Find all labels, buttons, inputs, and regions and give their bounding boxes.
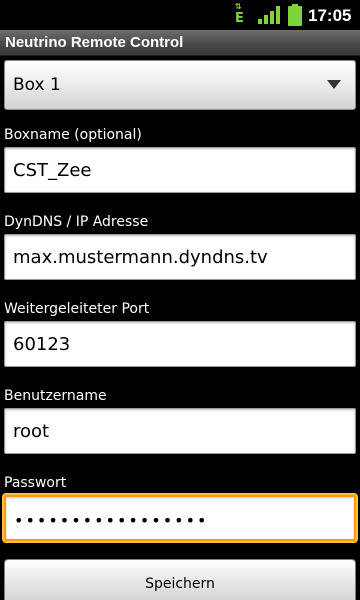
network-type-label: E [235,11,244,26]
password-field[interactable]: ••••••••••••••••• [4,495,356,541]
box-selector-value: Box 1 [13,75,61,95]
port-label: Weitergeleiteter Port [4,301,150,317]
network-activity-arrows: ⇅ [235,2,242,11]
boxname-label: Boxname (optional) [4,127,142,143]
host-label: DynDNS / IP Adresse [4,214,149,230]
save-button[interactable]: Speichern [4,559,356,600]
username-label: Benutzername [4,388,107,404]
port-value: 60123 [13,334,71,355]
port-field[interactable]: 60123 [4,321,356,367]
signal-icon [258,6,280,24]
box-selector-spinner[interactable]: Box 1 [4,60,356,110]
host-value: max.mustermann.dyndns.tv [13,247,268,268]
chevron-down-icon [327,80,341,89]
status-clock: 17:05 [308,6,352,25]
save-button-label: Speichern [145,576,215,592]
username-value: root [13,421,50,442]
battery-icon [288,4,302,26]
boxname-field[interactable]: CST_Zee [4,147,356,193]
password-label: Passwort [4,475,67,491]
username-field[interactable]: root [4,408,356,454]
status-bar: ⇅ E 17:05 [0,0,360,30]
app-title-bar: Neutrino Remote Control [0,30,360,56]
password-masked-value: ••••••••••••••••• [14,511,209,530]
app-screen: ⇅ E 17:05 Neutrino Remote Control Box 1 … [0,0,360,600]
app-title: Neutrino Remote Control [5,34,184,51]
boxname-value: CST_Zee [13,160,92,181]
host-field[interactable]: max.mustermann.dyndns.tv [4,234,356,280]
network-edge-icon: ⇅ E [232,2,248,27]
